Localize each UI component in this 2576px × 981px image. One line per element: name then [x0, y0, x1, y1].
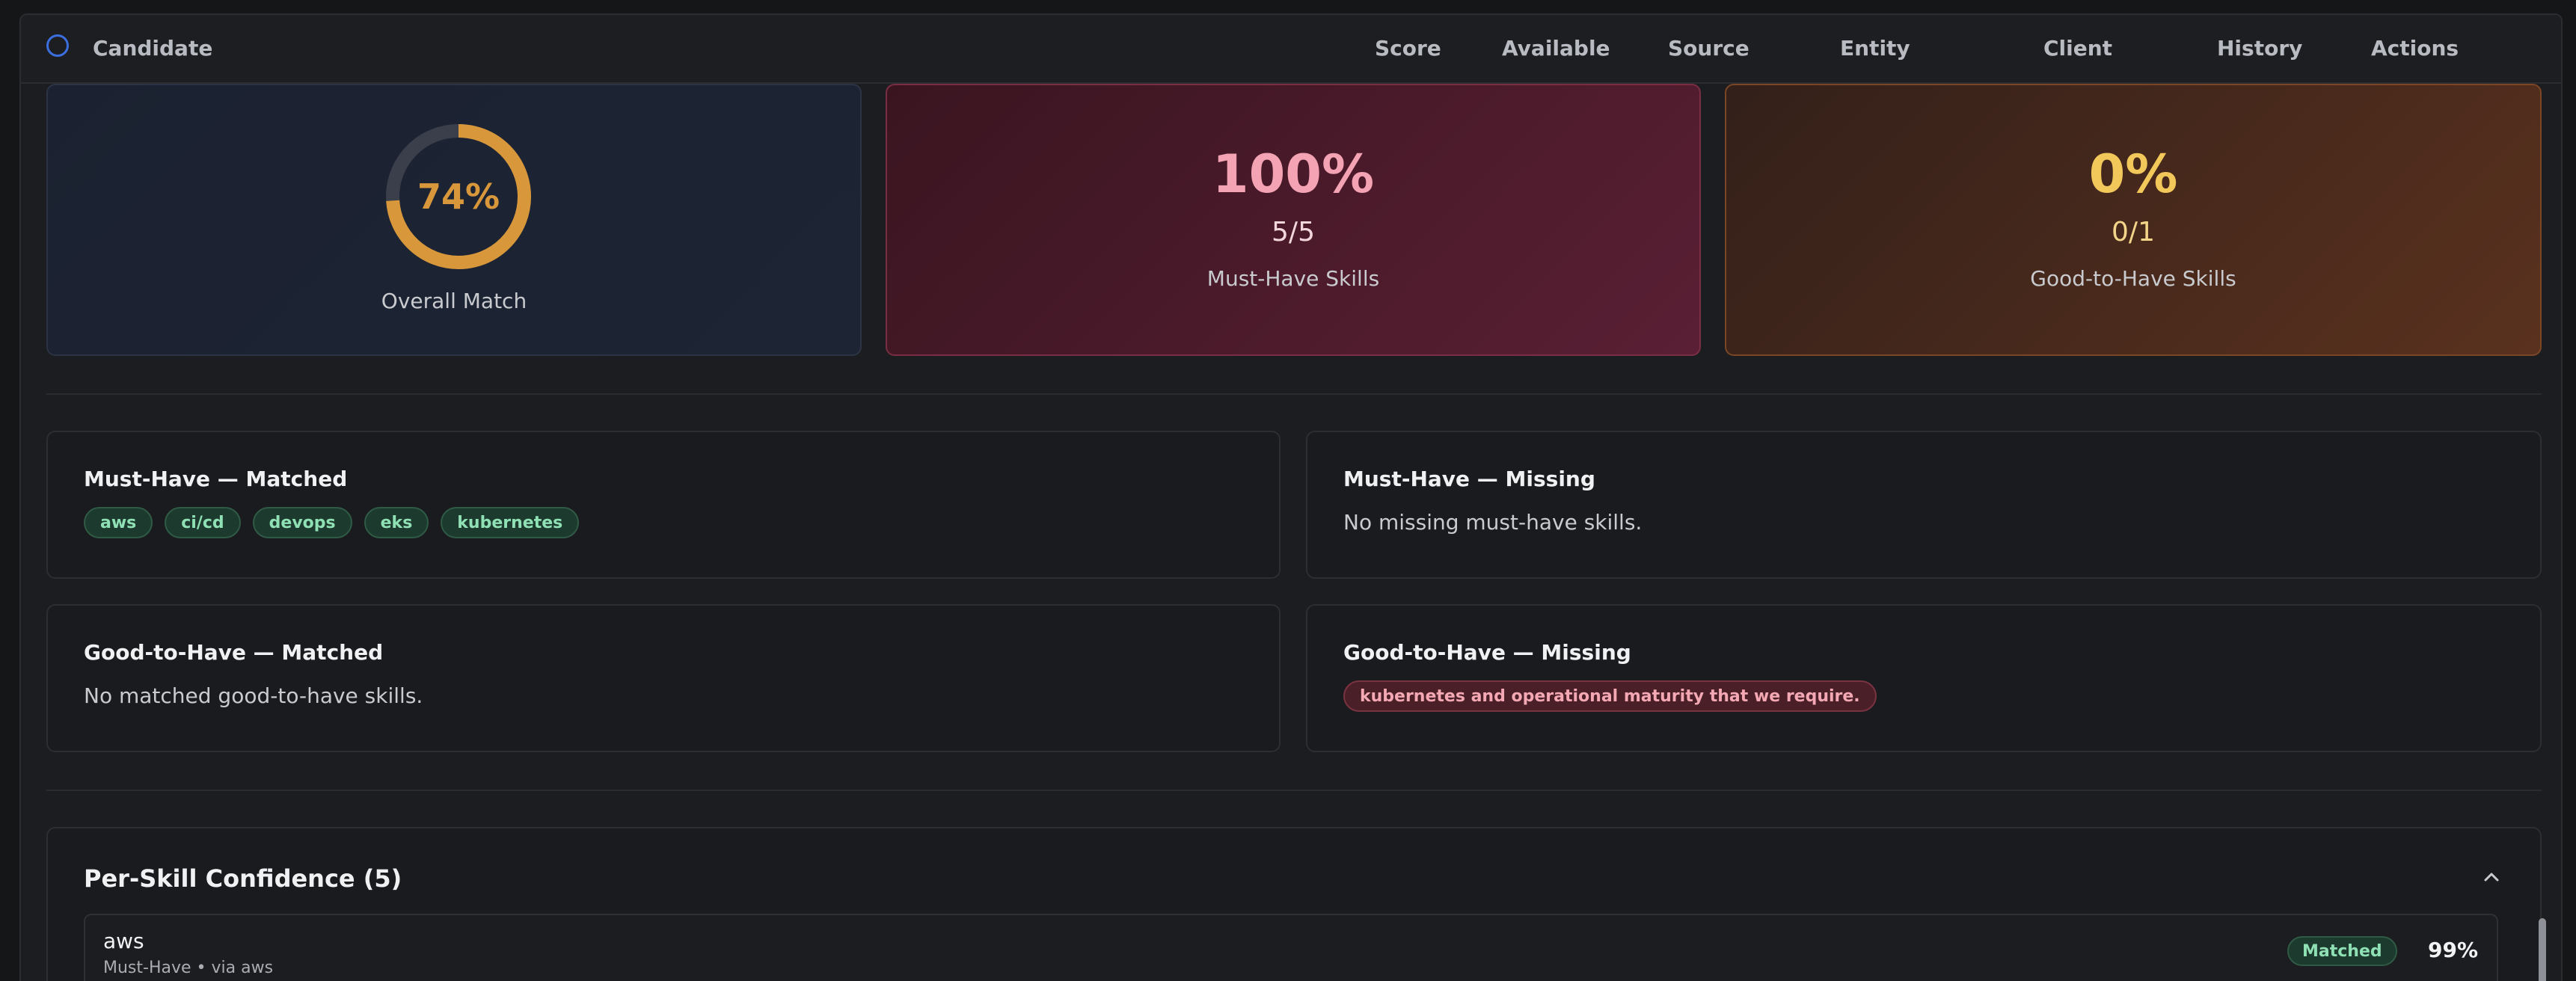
- per-skill-confidence-title: Per-Skill Confidence (5): [84, 864, 402, 893]
- skill-chip: eks: [364, 507, 429, 538]
- missing-skill-chip: kubernetes and operational maturity that…: [1343, 680, 1877, 712]
- good-to-have-matched-box: Good-to-Have — Matched No matched good-t…: [46, 604, 1281, 752]
- must-have-matched-title: Must-Have — Matched: [84, 467, 348, 491]
- column-client[interactable]: Client: [2043, 36, 2112, 61]
- overall-match-ring: 74%: [381, 120, 536, 274]
- overall-match-card: 74% Overall Match: [46, 84, 862, 356]
- scrollbar-thumb[interactable]: [2539, 918, 2546, 981]
- must-have-percent: 100%: [1212, 144, 1375, 205]
- good-to-have-skills-card: 0% 0/1 Good-to-Have Skills: [1725, 84, 2542, 356]
- skill-meta: Must-Have • via aws: [103, 959, 274, 977]
- overall-match-percent: 74%: [417, 176, 500, 217]
- good-to-have-matched-text: No matched good-to-have skills.: [84, 683, 423, 708]
- status-badge: Matched: [2287, 936, 2397, 966]
- column-candidate[interactable]: Candidate: [93, 36, 212, 61]
- must-have-skills-card: 100% 5/5 Must-Have Skills: [886, 84, 1701, 356]
- select-all-radio-icon[interactable]: [46, 34, 69, 57]
- section-divider: [46, 393, 2542, 395]
- candidate-detail-panel: Candidate Score Available Source Entity …: [19, 13, 2563, 981]
- skill-confidence-row[interactable]: aws Must-Have • via aws Matched 99%: [84, 914, 2546, 981]
- column-source[interactable]: Source: [1668, 36, 1749, 61]
- good-to-have-missing-box: Good-to-Have — Missing kubernetes and op…: [1306, 604, 2542, 752]
- must-have-matched-box: Must-Have — Matched aws ci/cd devops eks…: [46, 431, 1281, 579]
- table-header: Candidate Score Available Source Entity …: [21, 15, 2561, 84]
- skill-name: aws: [103, 929, 144, 953]
- skill-confidence-percent: 99%: [2428, 938, 2479, 962]
- good-to-have-missing-title: Good-to-Have — Missing: [1343, 640, 1631, 665]
- chevron-up-icon[interactable]: [2479, 864, 2504, 890]
- overall-match-label: Overall Match: [381, 289, 527, 313]
- must-have-ratio: 5/5: [1272, 217, 1315, 247]
- must-have-label: Must-Have Skills: [1206, 266, 1380, 291]
- good-to-have-label: Good-to-Have Skills: [2030, 266, 2236, 291]
- column-history[interactable]: History: [2217, 36, 2302, 61]
- must-have-matched-chips: aws ci/cd devops eks kubernetes: [84, 507, 580, 538]
- skill-chip: devops: [252, 507, 352, 538]
- column-available[interactable]: Available: [1502, 36, 1610, 61]
- per-skill-confidence-section: Per-Skill Confidence (5) aws Must-Have •…: [46, 827, 2546, 981]
- good-to-have-matched-title: Good-to-Have — Matched: [84, 640, 384, 665]
- good-to-have-missing-chips: kubernetes and operational maturity that…: [1343, 680, 1877, 712]
- section-divider: [46, 790, 2542, 791]
- column-score[interactable]: Score: [1375, 36, 1441, 61]
- skill-chip: ci/cd: [165, 507, 241, 538]
- must-have-missing-title: Must-Have — Missing: [1343, 467, 1595, 491]
- good-to-have-percent: 0%: [2088, 144, 2178, 205]
- must-have-missing-box: Must-Have — Missing No missing must-have…: [1306, 431, 2542, 579]
- skill-chip: aws: [84, 507, 153, 538]
- good-to-have-ratio: 0/1: [2112, 217, 2155, 247]
- skill-chip: kubernetes: [441, 507, 580, 538]
- must-have-missing-text: No missing must-have skills.: [1343, 510, 1643, 535]
- column-entity[interactable]: Entity: [1840, 36, 1910, 61]
- column-actions[interactable]: Actions: [2371, 36, 2459, 61]
